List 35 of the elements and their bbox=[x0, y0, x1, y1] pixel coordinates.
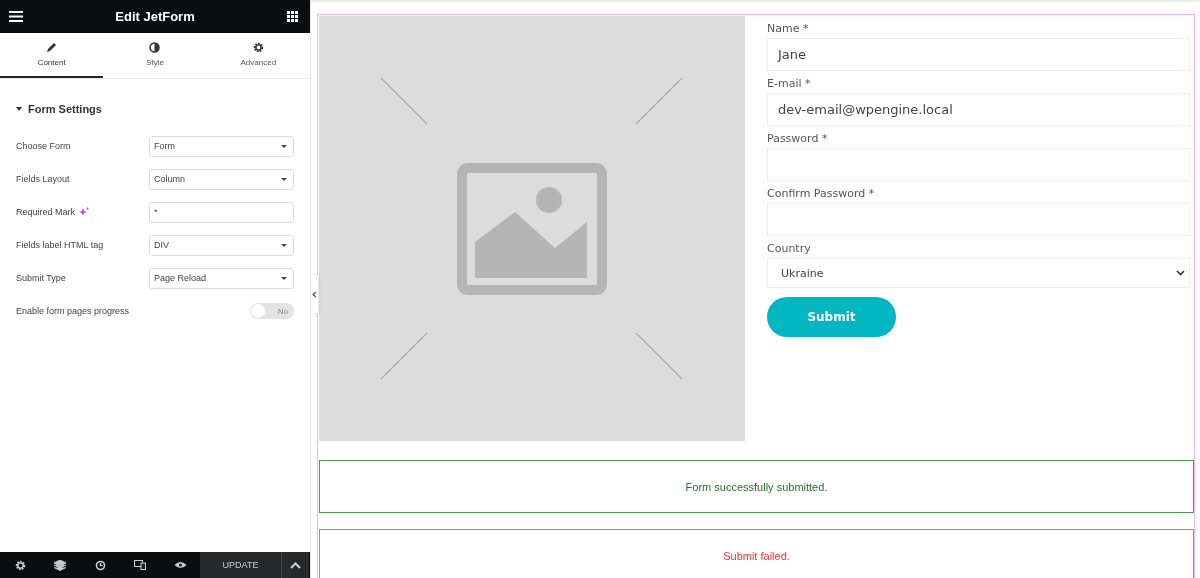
collapse-panel-button[interactable] bbox=[311, 275, 318, 313]
pencil-icon bbox=[46, 42, 58, 53]
gear-icon bbox=[252, 42, 264, 53]
field-label: Password * bbox=[767, 132, 829, 145]
update-button[interactable]: UPDATE bbox=[200, 552, 281, 578]
chevron-up-icon[interactable] bbox=[281, 552, 309, 578]
caret-icon bbox=[16, 107, 22, 111]
error-message: Submit failed. bbox=[723, 549, 790, 562]
input-field[interactable]: * bbox=[149, 201, 294, 223]
setting-label: Submit Type bbox=[16, 273, 66, 283]
setting-label: Enable form pages progress bbox=[16, 306, 130, 316]
field-label: E-mail * bbox=[767, 77, 812, 90]
select-field[interactable]: Ukraine bbox=[767, 258, 1190, 288]
select-field[interactable]: DIV bbox=[149, 234, 294, 256]
input-field[interactable]: dev-email@wpengine.local bbox=[767, 93, 1190, 126]
input-field[interactable]: Jane bbox=[767, 38, 1190, 71]
section-toggle[interactable]: Form Settings bbox=[0, 79, 310, 135]
setting-label: Fields Layout bbox=[16, 174, 70, 184]
panel-title: Edit JetForm bbox=[115, 9, 195, 24]
contrast-icon bbox=[149, 42, 161, 53]
select-field[interactable]: Column bbox=[149, 168, 294, 190]
chevron-down-icon bbox=[1176, 270, 1185, 276]
chevron-left-icon bbox=[312, 290, 317, 298]
setting-label: Choose Form bbox=[16, 141, 71, 151]
select-field[interactable]: Form bbox=[149, 135, 294, 157]
setting-label: Required Mark bbox=[16, 207, 76, 217]
field-label: Name * bbox=[767, 22, 810, 35]
select-field[interactable]: Page Reload bbox=[149, 267, 294, 289]
field-label: Confirm Password * bbox=[767, 187, 876, 200]
apps-grid-icon[interactable] bbox=[287, 11, 298, 22]
field-label: Country bbox=[767, 242, 812, 255]
menu-icon[interactable] bbox=[9, 11, 23, 22]
setting-label: Fields label HTML tag bbox=[16, 240, 104, 250]
success-message: Form successfully submitted. bbox=[685, 480, 828, 493]
sparkle-icon[interactable] bbox=[79, 207, 90, 217]
